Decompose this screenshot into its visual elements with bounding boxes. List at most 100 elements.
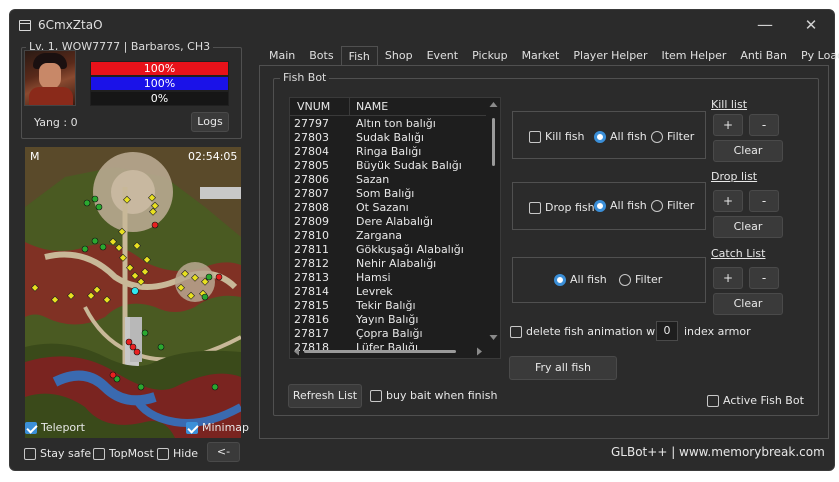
fish-list[interactable]: VNUM NAME 27797 Altın ton balığı 27803 Suda…: [289, 97, 501, 359]
delete-animation-check-icon[interactable]: [510, 325, 522, 338]
kill-list-clear-button[interactable]: Clear: [713, 140, 783, 162]
drop-all-fish-label: All fish: [610, 199, 647, 212]
fish-list-row[interactable]: 27815 Tekir Balığı: [290, 299, 486, 313]
tab-pickup[interactable]: Pickup: [465, 46, 514, 66]
fish-vnum-cell: 27813: [294, 271, 329, 284]
close-button[interactable]: ✕: [796, 14, 826, 36]
drop-list-link[interactable]: Drop list: [711, 170, 757, 183]
tab-anti-ban[interactable]: Anti Ban: [733, 46, 794, 66]
vnum-column-header[interactable]: VNUM: [290, 98, 350, 116]
topmost-checkbox[interactable]: TopMost: [93, 447, 154, 460]
fish-name-cell: Levrek: [356, 285, 393, 298]
fish-list-row[interactable]: 27808 Ot Sazanı: [290, 201, 486, 215]
fish-list-row[interactable]: 27817 Çopra Balığı: [290, 327, 486, 341]
tab-market[interactable]: Market: [515, 46, 567, 66]
fish-name-cell: Ringa Balığı: [356, 145, 422, 158]
fish-vnum-cell: 27805: [294, 159, 329, 172]
index-armor-input[interactable]: 0: [656, 321, 678, 341]
tab-fish[interactable]: Fish: [340, 46, 378, 66]
fish-vnum-cell: 27810: [294, 229, 329, 242]
kill-filter-radio[interactable]: Filter: [651, 130, 694, 143]
drop-list-add-button[interactable]: +: [713, 190, 743, 212]
fish-list-row[interactable]: 27807 Som Balığı: [290, 187, 486, 201]
buy-bait-check-icon[interactable]: [370, 389, 382, 402]
fish-list-row[interactable]: 27812 Nehir Alabalığı: [290, 257, 486, 271]
buy-bait-checkbox[interactable]: buy bait when finish: [370, 389, 497, 402]
tab-bots[interactable]: Bots: [302, 46, 340, 66]
refresh-list-button[interactable]: Refresh List: [288, 384, 362, 408]
catch-all-fish-radio[interactable]: All fish: [554, 273, 607, 286]
active-fish-bot-checkbox[interactable]: Active Fish Bot: [707, 394, 804, 407]
fish-name-cell: Sazan: [356, 173, 390, 186]
kill-list-add-button[interactable]: +: [713, 114, 743, 136]
vertical-scrollbar-graphic: [489, 102, 498, 340]
drop-all-fish-radio[interactable]: All fish: [594, 199, 647, 212]
drop-fish-check-icon[interactable]: [529, 201, 541, 214]
stay-safe-check-icon[interactable]: [24, 447, 36, 460]
tab-shop[interactable]: Shop: [378, 46, 420, 66]
catch-list-add-button[interactable]: +: [713, 267, 743, 289]
minimap-view[interactable]: [25, 147, 241, 438]
fish-list-row[interactable]: 27816 Yayın Balığı: [290, 313, 486, 327]
hide-check-icon[interactable]: [157, 447, 169, 460]
vertical-scrollbar[interactable]: [486, 98, 500, 344]
drop-filter-label: Filter: [667, 199, 695, 212]
drop-filter-radio-icon[interactable]: [651, 199, 663, 212]
fish-vnum-cell: 27804: [294, 145, 329, 158]
minimap-checkbox[interactable]: Minimap: [186, 421, 249, 434]
fish-list-row[interactable]: 27803 Sudak Balığı: [290, 131, 486, 145]
fish-list-row[interactable]: 27797 Altın ton balığı: [290, 117, 486, 131]
catch-filter-radio-icon[interactable]: [619, 273, 631, 286]
teleport-checkbox[interactable]: Teleport: [25, 421, 85, 434]
catch-list-remove-button[interactable]: -: [749, 267, 779, 289]
tab-py-loader[interactable]: Py Loader: [794, 46, 839, 66]
buy-bait-label: buy bait when finish: [386, 389, 498, 402]
minimize-button[interactable]: —: [750, 14, 780, 36]
fish-list-row[interactable]: 27813 Hamsi: [290, 271, 486, 285]
kill-filter-radio-icon[interactable]: [651, 130, 663, 143]
drop-list-clear-button[interactable]: Clear: [713, 216, 783, 238]
fish-list-row[interactable]: 27811 Gökkuşağı Alabalığı: [290, 243, 486, 257]
kill-all-fish-radio-icon[interactable]: [594, 130, 606, 143]
logs-button[interactable]: Logs: [191, 112, 229, 132]
fish-list-row[interactable]: 27810 Zargana: [290, 229, 486, 243]
tab-event[interactable]: Event: [420, 46, 466, 66]
fish-list-row[interactable]: 27805 Büyük Sudak Balığı: [290, 159, 486, 173]
catch-filter-radio[interactable]: Filter: [619, 273, 662, 286]
catch-all-fish-radio-icon[interactable]: [554, 273, 566, 286]
drop-filter-radio[interactable]: Filter: [651, 199, 694, 212]
horizontal-scrollbar[interactable]: [290, 344, 486, 358]
fry-all-fish-button[interactable]: Fry all fish: [509, 356, 617, 380]
tab-main[interactable]: Main: [262, 46, 302, 66]
delete-animation-checkbox[interactable]: delete fish animation with: [510, 325, 669, 338]
drop-fish-checkbox[interactable]: Drop fish: [529, 201, 595, 214]
fish-list-row[interactable]: 27814 Levrek: [290, 285, 486, 299]
minimap-check-icon[interactable]: [186, 421, 198, 434]
kill-list-link[interactable]: Kill list: [711, 98, 747, 111]
drop-list-remove-button[interactable]: -: [749, 190, 779, 212]
kill-fish-checkbox[interactable]: Kill fish: [529, 130, 585, 143]
fish-name-cell: Nehir Alabalığı: [356, 257, 437, 270]
hide-checkbox[interactable]: Hide: [157, 447, 198, 460]
fish-list-row[interactable]: 27804 Ringa Balığı: [290, 145, 486, 159]
kill-fish-check-icon[interactable]: [529, 130, 541, 143]
hp-bar: 100%: [90, 61, 229, 76]
fish-list-row[interactable]: 27806 Sazan: [290, 173, 486, 187]
kill-list-remove-button[interactable]: -: [749, 114, 779, 136]
catch-list-clear-button[interactable]: Clear: [713, 293, 783, 315]
kill-all-fish-radio[interactable]: All fish: [594, 130, 647, 143]
title-bar[interactable]: 6CmxZtaO — ✕: [10, 10, 834, 40]
fish-vnum-cell: 27807: [294, 187, 329, 200]
catch-list-link[interactable]: Catch List: [711, 247, 765, 260]
name-column-header[interactable]: NAME: [350, 98, 388, 116]
topmost-check-icon[interactable]: [93, 447, 105, 460]
drop-all-fish-radio-icon[interactable]: [594, 199, 606, 212]
tab-item-helper[interactable]: Item Helper: [654, 46, 733, 66]
collapse-button[interactable]: <-: [207, 442, 240, 462]
fish-list-row[interactable]: 27809 Dere Alabalığı: [290, 215, 486, 229]
stay-safe-checkbox[interactable]: Stay safe: [24, 447, 91, 460]
tab-player-helper[interactable]: Player Helper: [566, 46, 654, 66]
fish-name-cell: Büyük Sudak Balığı: [356, 159, 462, 172]
active-fish-bot-check-icon[interactable]: [707, 394, 719, 407]
teleport-check-icon[interactable]: [25, 421, 37, 434]
